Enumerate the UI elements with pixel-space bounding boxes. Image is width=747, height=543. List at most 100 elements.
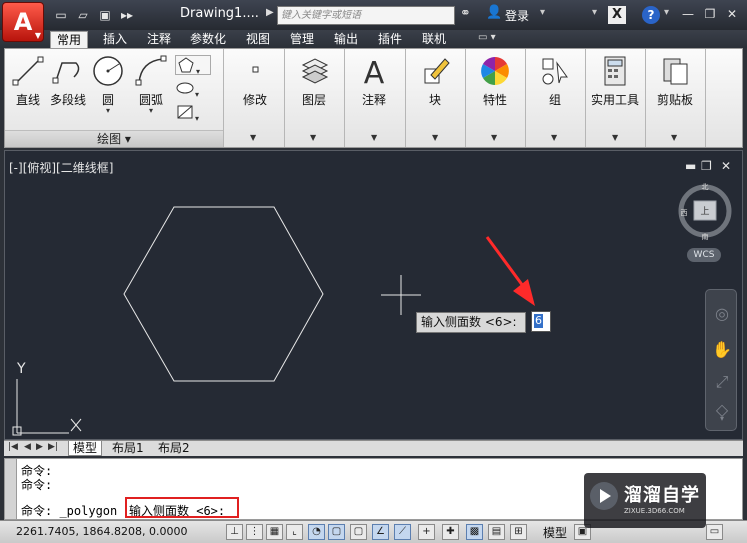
tab-plugins[interactable]: 插件 xyxy=(378,31,402,48)
tab-output[interactable]: 输出 xyxy=(334,31,358,48)
drawing-canvas[interactable]: [-][俯视][二维线框] ▬ ❐ ✕ 北 南 西 上 Y WCS 输入侧面数 … xyxy=(4,150,743,440)
annotation-panel-arrow-icon[interactable]: ▼ xyxy=(371,133,377,142)
exchange-x-icon[interactable]: X xyxy=(608,6,626,24)
model-space-button[interactable]: 模型 xyxy=(543,524,567,541)
polar-icon[interactable]: ◔ xyxy=(308,524,325,540)
command-current-prefix: 命令: _polygon xyxy=(21,504,118,518)
drawing-svg: 北 南 西 上 Y xyxy=(12,183,732,436)
tab-model[interactable]: 模型 xyxy=(68,441,103,456)
clipboard-panel-button[interactable]: 剪贴板 xyxy=(647,55,703,108)
restore-button[interactable]: ❐ xyxy=(700,5,720,23)
block-panel-arrow-icon[interactable]: ▼ xyxy=(432,133,438,142)
grid-icon[interactable]: ▦ xyxy=(266,524,283,540)
app-menu-button[interactable]: A ▼ xyxy=(2,2,44,42)
help-icon[interactable]: ? xyxy=(642,6,660,24)
coordinates-readout[interactable]: 2261.7405, 1864.8208, 0.0000 xyxy=(16,525,187,538)
dynamic-input-value: 6 xyxy=(534,314,543,328)
tab-layout2[interactable]: 布局2 xyxy=(154,441,194,456)
binoculars-icon[interactable]: ⚭ xyxy=(460,6,471,21)
modify-panel-arrow-icon[interactable]: ▼ xyxy=(250,133,256,142)
group-panel-button[interactable]: 组 xyxy=(527,55,583,108)
tab-insert[interactable]: 插入 xyxy=(103,31,127,48)
otrack-icon[interactable]: ∠ xyxy=(372,524,389,540)
tab-parametric[interactable]: 参数化 xyxy=(190,31,226,48)
osnap-icon[interactable]: ▢ xyxy=(328,524,345,540)
minimize-button[interactable]: — xyxy=(678,5,698,23)
properties-label: 特性 xyxy=(482,93,507,107)
navbar-dropdown-icon[interactable]: ▾ xyxy=(706,414,738,423)
layer-panel-arrow-icon[interactable]: ▼ xyxy=(310,133,316,142)
login-link[interactable]: 登录 xyxy=(505,7,529,24)
utilities-panel-button[interactable]: 实用工具 xyxy=(587,55,643,108)
lineweight-icon[interactable]: ✚ xyxy=(442,524,459,540)
more-icon[interactable]: ▸▸ xyxy=(118,6,136,24)
layout-prev-icon[interactable]: ◀ xyxy=(24,442,31,452)
infer-constraints-icon[interactable]: ⊥ xyxy=(226,524,243,540)
watermark-url: ZIXUE.3D66.COM xyxy=(624,507,685,515)
properties-panel-button[interactable]: 特性 xyxy=(467,55,523,108)
tab-view[interactable]: 视图 xyxy=(246,31,270,48)
new-file-icon[interactable]: ▭ xyxy=(52,6,70,24)
pan-hand-icon[interactable]: ✋ xyxy=(706,340,738,359)
circle-button[interactable]: 圆 ▾ xyxy=(91,55,125,115)
group-panel-arrow-icon[interactable]: ▼ xyxy=(551,133,557,142)
viewcube-icon[interactable]: 北 南 西 上 xyxy=(678,183,732,241)
layer-panel-button[interactable]: 图层 xyxy=(286,55,342,108)
tab-home[interactable]: 常用 xyxy=(50,31,89,48)
arc-button[interactable]: 圆弧 ▾ xyxy=(131,55,171,115)
steering-wheel-icon[interactable]: ◎ xyxy=(706,304,738,323)
tab-annotate[interactable]: 注释 xyxy=(147,31,171,48)
login-dropdown-icon[interactable]: ▾ xyxy=(540,7,545,18)
ribbon-toggle-icon[interactable]: ▭ ▾ xyxy=(478,32,496,43)
dynamic-input-field[interactable]: 6 xyxy=(531,311,551,332)
search-input[interactable]: 键入关键字或短语 xyxy=(277,6,455,25)
clipboard-label: 剪贴板 xyxy=(656,93,693,107)
clean-screen-icon[interactable]: ▭ xyxy=(706,524,723,540)
line-button[interactable]: 直线 xyxy=(11,55,45,108)
annotation-label: 注释 xyxy=(361,93,386,107)
tab-layout1[interactable]: 布局1 xyxy=(108,441,148,456)
utilities-panel-arrow-icon[interactable]: ▼ xyxy=(612,133,618,142)
command-window-grip[interactable] xyxy=(5,459,17,519)
hexagon-shape[interactable] xyxy=(123,206,324,382)
ducs-icon[interactable]: ⟋ xyxy=(394,524,411,540)
svg-text:A: A xyxy=(364,56,385,87)
3d-osnap-icon[interactable]: ▢ xyxy=(350,524,367,540)
modify-panel-button[interactable]: 修改 xyxy=(227,55,283,108)
wcs-button[interactable]: WCS xyxy=(687,248,721,262)
block-panel-button[interactable]: 块 xyxy=(407,55,463,108)
polygon-button[interactable]: ▾ xyxy=(175,55,211,76)
tab-manage[interactable]: 管理 xyxy=(290,31,314,48)
divider xyxy=(705,49,706,147)
ortho-icon[interactable]: ⌞ xyxy=(286,524,303,540)
layout-first-icon[interactable]: |◀ xyxy=(8,442,18,452)
save-icon[interactable]: ▣ xyxy=(96,6,114,24)
polygon-icon xyxy=(178,57,194,73)
close-button[interactable]: ✕ xyxy=(722,5,742,23)
properties-panel-arrow-icon[interactable]: ▼ xyxy=(491,133,497,142)
document-title: Drawing1.... xyxy=(180,6,259,21)
divider xyxy=(223,49,224,147)
user-icon[interactable]: 👤 xyxy=(486,5,502,20)
ellipse-button[interactable]: ▾ xyxy=(175,79,211,99)
selection-cycling-icon[interactable]: ⊞ xyxy=(510,524,527,540)
draw-panel-title[interactable]: 绘图 ▾ xyxy=(5,130,223,147)
exchange-dropdown-icon[interactable]: ▾ xyxy=(592,7,597,18)
title-arrow-icon[interactable]: ▶ xyxy=(266,7,274,18)
ribbon-tabs: 常用 插入 注释 参数化 视图 管理 输出 插件 联机 ▭ ▾ xyxy=(0,30,747,48)
transparency-icon[interactable]: ▩ xyxy=(466,524,483,540)
help-dropdown-icon[interactable]: ▾ xyxy=(664,7,669,18)
zoom-icon[interactable]: ⤢ xyxy=(706,372,738,392)
layout-last-icon[interactable]: ▶| xyxy=(48,442,58,452)
snap-icon[interactable]: ⋮ xyxy=(246,524,263,540)
clipboard-panel-arrow-icon[interactable]: ▼ xyxy=(671,133,677,142)
hatch-button[interactable]: ▾ xyxy=(175,103,211,123)
polyline-label: 多段线 xyxy=(49,93,86,107)
annotation-panel-button[interactable]: A 注释 xyxy=(346,55,402,108)
layout-next-icon[interactable]: ▶ xyxy=(36,442,43,452)
polyline-button[interactable]: 多段线 xyxy=(47,55,89,108)
tab-online[interactable]: 联机 xyxy=(422,31,446,48)
dyn-icon[interactable]: + xyxy=(418,524,435,540)
open-folder-icon[interactable]: ▱ xyxy=(74,6,92,24)
quick-properties-icon[interactable]: ▤ xyxy=(488,524,505,540)
